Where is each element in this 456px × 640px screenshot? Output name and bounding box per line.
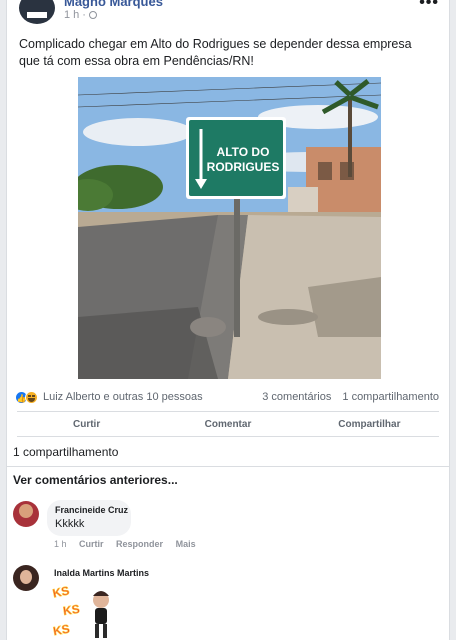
post-photo[interactable]: ALTO DO RODRIGUES [78,77,381,379]
comment-bubble: Francineide Cruz Kkkkk [47,500,131,536]
haha-reaction-icon [25,391,38,404]
post-text: Complicado chegar em Alto do Rodrigues s… [19,37,412,68]
post-meta: 1 h · [64,9,97,21]
comment-meta: 1 h Curtir Responder Mais [54,539,206,549]
more-options-icon[interactable]: ••• [419,0,439,12]
photo-scene: ALTO DO RODRIGUES [78,77,381,379]
sign-line-1: ALTO DO [217,145,270,159]
comment-more-button[interactable]: Mais [176,539,196,549]
svg-text:KS: KS [51,583,70,600]
globe-icon [88,11,97,19]
post-counts: 3 comentários 1 compartilhamento [254,391,439,403]
reaction-icons[interactable]: 👍 [15,391,41,405]
comment-time[interactable]: 1 h [54,539,67,549]
comment-button[interactable]: Comentar [158,419,297,430]
comment-reply-button[interactable]: Responder [116,539,163,549]
post-actions: Curtir Comentar Compartilhar [17,411,439,437]
author-avatar[interactable] [19,0,55,24]
view-previous-comments-link[interactable]: Ver comentários anteriores... [13,473,178,487]
post-author[interactable]: Magno Marques [64,0,163,9]
meta-separator: · [82,9,86,21]
shares-count[interactable]: 1 compartilhamento [342,391,439,403]
comment-avatar[interactable] [13,565,39,591]
like-button[interactable]: Curtir [17,419,156,430]
svg-text:KS: KS [62,602,80,618]
laughing-sticker: KS KS KS [51,583,109,639]
shares-row[interactable]: 1 compartilhamento [7,441,449,467]
post-card: Magno Marques 1 h · ••• Complicado chega… [6,0,450,640]
comment-author[interactable]: Inalda Martins Martins [54,568,149,578]
comment-avatar[interactable] [13,501,39,527]
comments-count[interactable]: 3 comentários [262,391,331,403]
comment-text: Kkkkk [55,518,85,530]
reactors-text[interactable]: Luiz Alberto e outras 10 pessoas [43,391,203,403]
post-header: Magno Marques 1 h · ••• [7,0,449,28]
post-stats: 👍 Luiz Alberto e outras 10 pessoas 3 com… [7,389,449,407]
avatar-caption-band [27,12,47,18]
comment-like-button[interactable]: Curtir [79,539,104,549]
comment-author[interactable]: Francineide Cruz [55,505,131,515]
svg-text:KS: KS [52,622,71,639]
post-time[interactable]: 1 h [64,9,79,21]
share-button[interactable]: Compartilhar [300,419,439,430]
sign-line-2: RODRIGUES [207,160,280,174]
